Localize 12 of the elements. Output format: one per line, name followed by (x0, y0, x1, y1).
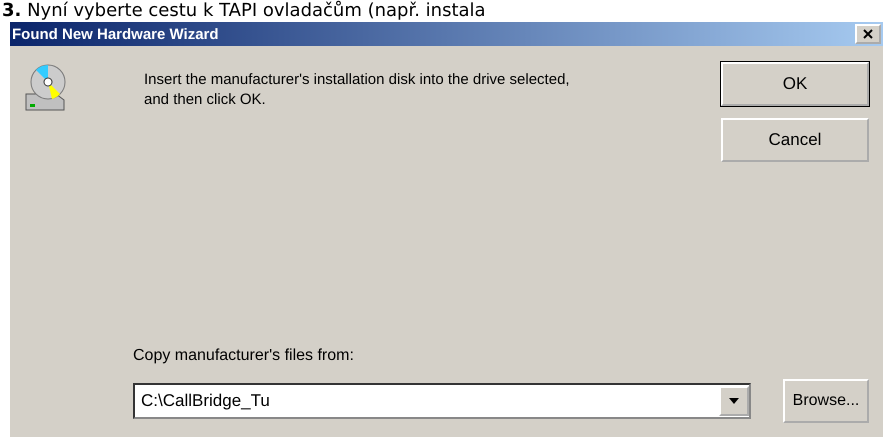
dropdown-button[interactable] (719, 386, 749, 416)
instruction-text: Insert the manufacturer's installation disk into the drive selected, and then click OK. (144, 70, 571, 110)
ok-button[interactable]: OK (721, 62, 869, 106)
browse-button[interactable]: Browse... (783, 379, 869, 423)
window-title: Found New Hardware Wizard (12, 26, 219, 42)
field-label: Copy manufacturer's files from: (133, 347, 355, 365)
path-combobox[interactable]: C:\CallBridge_Tu (133, 383, 751, 419)
close-icon (863, 29, 873, 39)
close-button[interactable] (855, 24, 881, 44)
page-heading: 3. Nyní vyberte cestu k TAPI ovladačům (např. instala (1, 0, 487, 22)
caret-icon (729, 398, 739, 404)
cancel-button[interactable]: Cancel (721, 118, 869, 162)
